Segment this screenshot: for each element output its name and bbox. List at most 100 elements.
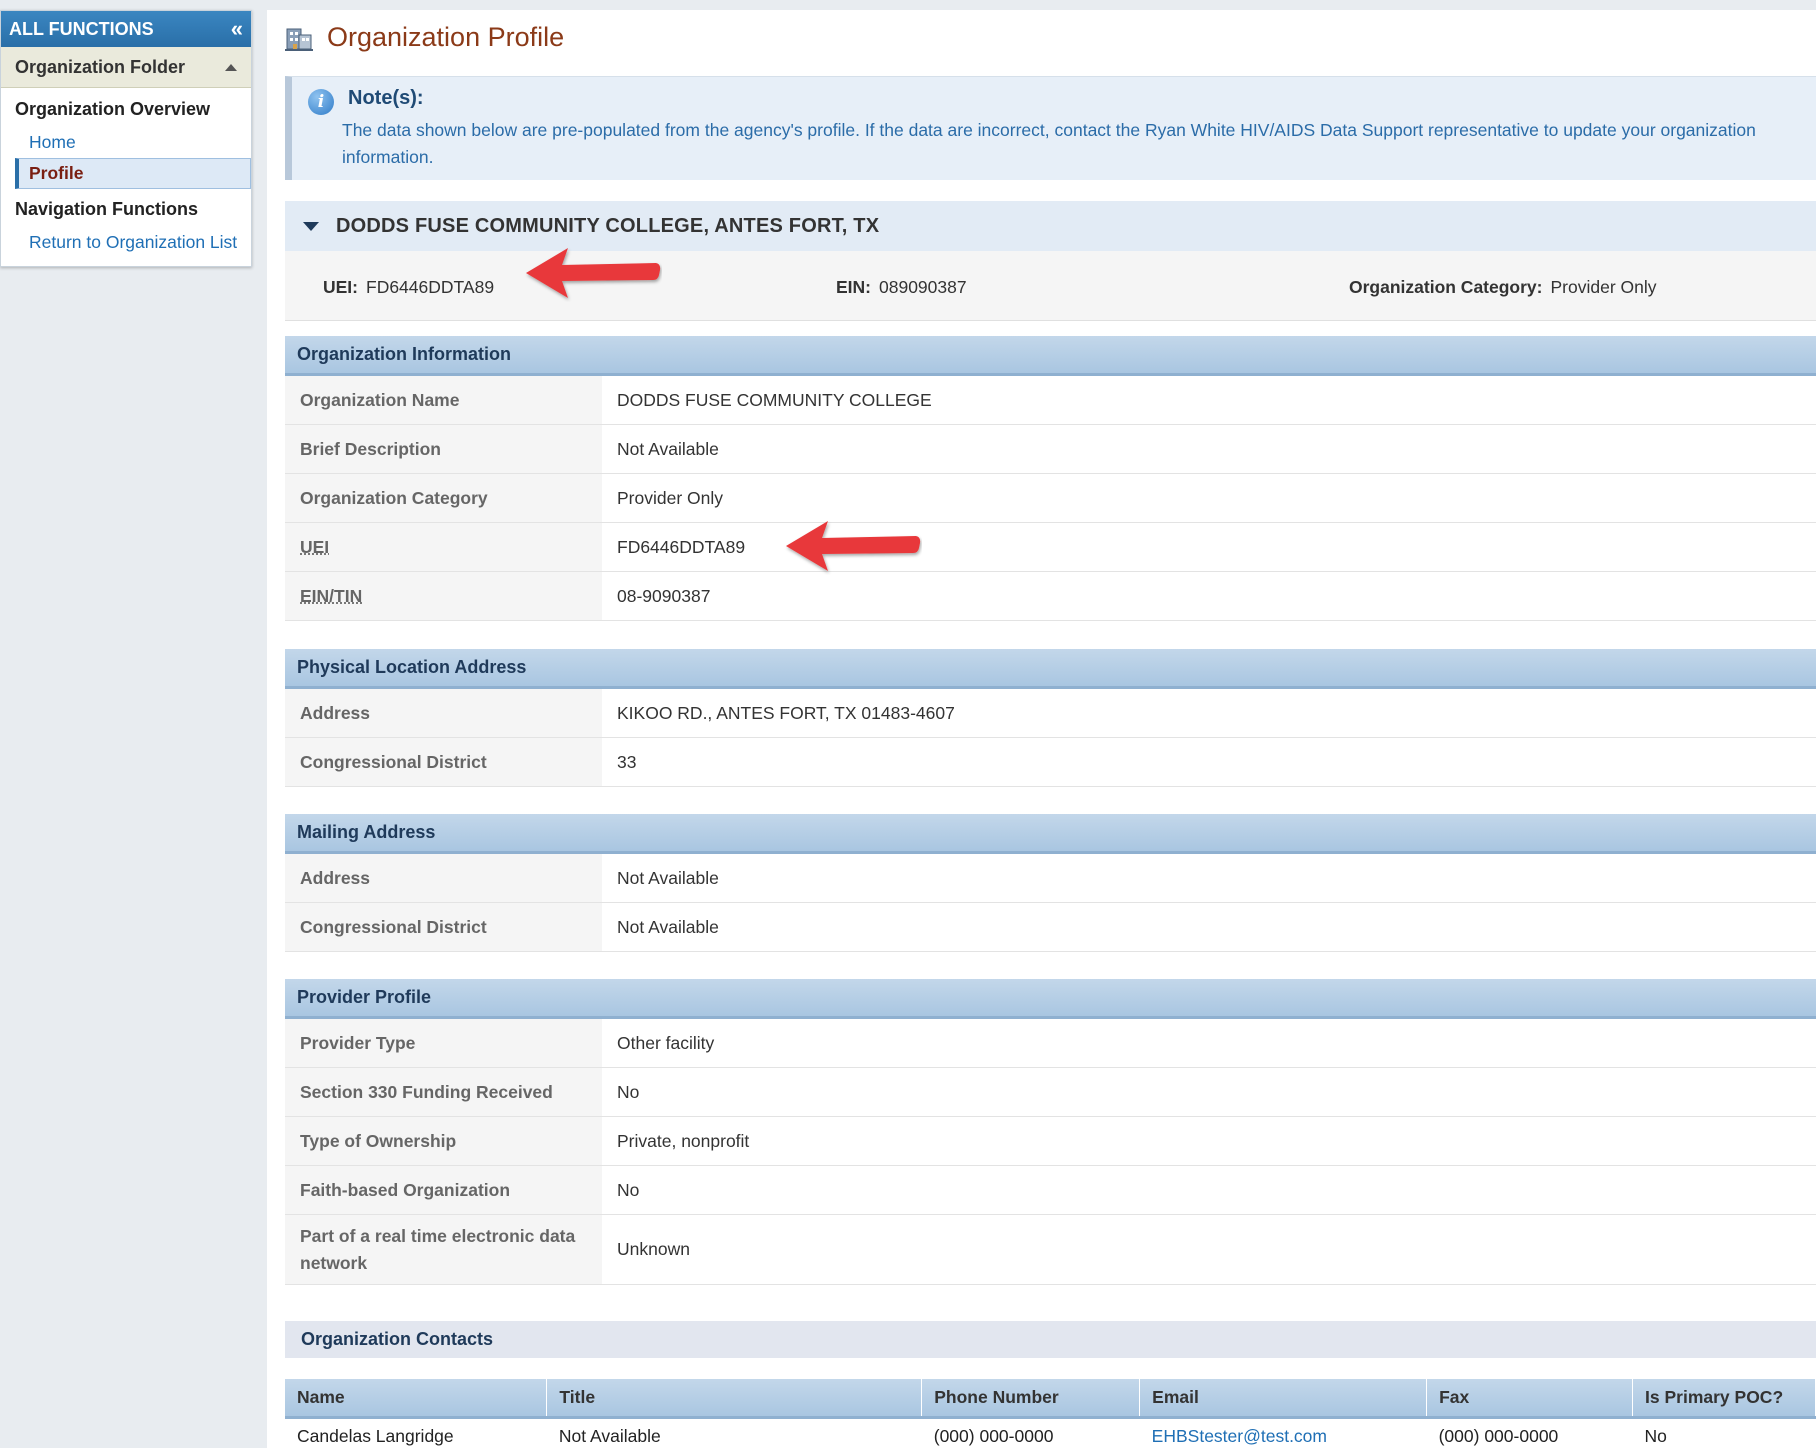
row-value: Not Available xyxy=(602,425,1816,473)
table-row: EIN/TIN 08-9090387 xyxy=(285,572,1816,621)
contact-title: Not Available xyxy=(546,1417,922,1448)
section-mailing-address: Mailing Address Address Not Available Con… xyxy=(285,814,1816,952)
column-header-email[interactable]: Email xyxy=(1139,1379,1428,1419)
page-title: Organization Profile xyxy=(327,22,565,52)
sidebar-header: ALL FUNCTIONS « xyxy=(1,11,251,47)
org-summary: UEI: FD6446DDTA89 EIN: 089090387 Organizat… xyxy=(285,251,1816,321)
column-header-phone[interactable]: Phone Number xyxy=(921,1379,1141,1419)
summary-ein-label: EIN: xyxy=(836,277,871,297)
summary-ein-value: 089090387 xyxy=(879,277,967,297)
row-label: Section 330 Funding Received xyxy=(285,1068,602,1116)
section-header: Provider Profile xyxy=(285,979,1816,1019)
summary-ein: EIN: 089090387 xyxy=(836,277,967,298)
row-label: Faith-based Organization xyxy=(285,1166,602,1214)
table-row: Address KIKOO RD., ANTES FORT, TX 01483-4… xyxy=(285,689,1816,738)
column-header-fax[interactable]: Fax xyxy=(1426,1379,1634,1419)
table-row: UEI FD6446DDTA89 xyxy=(285,523,1816,572)
row-value: Not Available xyxy=(602,903,1816,951)
caret-down-icon xyxy=(303,221,319,231)
row-value: No xyxy=(602,1068,1816,1116)
row-value: 33 xyxy=(602,738,1816,786)
sidebar-item-return-to-list[interactable]: Return to Organization List xyxy=(1,227,251,258)
section-provider-profile: Provider Profile Provider Type Other faci… xyxy=(285,979,1816,1285)
summary-uei: UEI: FD6446DDTA89 xyxy=(323,277,494,298)
note-title: Note(s): xyxy=(348,87,424,109)
table-row: Congressional District 33 xyxy=(285,738,1816,787)
table-row: Provider Type Other facility xyxy=(285,1019,1816,1068)
row-value: Private, nonprofit xyxy=(602,1117,1816,1165)
annotation-arrow-left-icon xyxy=(786,521,921,571)
sidebar: ALL FUNCTIONS « Organization Folder Orga… xyxy=(0,10,252,267)
table-row: Section 330 Funding Received No xyxy=(285,1068,1816,1117)
row-value: Other facility xyxy=(602,1019,1816,1067)
main-content: Organization Profile i Note(s): The data… xyxy=(267,10,1816,1448)
summary-uei-value: FD6446DDTA89 xyxy=(366,277,495,297)
row-label: Brief Description xyxy=(285,425,602,473)
row-value: Not Available xyxy=(602,854,1816,902)
row-label: EIN/TIN xyxy=(300,585,363,606)
table-row: Faith-based Organization No xyxy=(285,1166,1816,1215)
row-label-wrap: EIN/TIN xyxy=(285,572,602,620)
sidebar-section-title: Organization Overview xyxy=(15,98,211,119)
table-row: Brief Description Not Available xyxy=(285,425,1816,474)
contacts-table: Name Title Phone Number Email Fax Is Pri… xyxy=(285,1379,1816,1448)
row-label: Address xyxy=(285,689,602,737)
row-label: Address xyxy=(285,854,602,902)
table-row: Organization Name DODDS FUSE COMMUNITY CO… xyxy=(285,376,1816,425)
note-box: i Note(s): The data shown below are pre-… xyxy=(285,76,1816,180)
column-header-name[interactable]: Name xyxy=(285,1379,548,1419)
row-value: Unknown xyxy=(602,1215,1816,1284)
section-header: Mailing Address xyxy=(285,814,1816,854)
row-label: Type of Ownership xyxy=(285,1117,602,1165)
row-label-wrap: UEI xyxy=(285,523,602,571)
summary-category-value: Provider Only xyxy=(1550,277,1657,297)
contact-phone: (000) 000-0000 xyxy=(921,1417,1140,1448)
table-row: Address Not Available xyxy=(285,854,1816,903)
sidebar-section-title: Navigation Functions xyxy=(15,198,199,219)
row-label: Organization Category xyxy=(285,474,602,522)
table-row: Part of a real time electronic data netw… xyxy=(285,1215,1816,1285)
row-value: Provider Only xyxy=(602,474,1816,522)
info-icon: i xyxy=(308,89,334,115)
org-header-name: DODDS FUSE COMMUNITY COLLEGE, ANTES FORT… xyxy=(336,214,880,237)
note-text: The data shown below are pre-populated f… xyxy=(342,120,1756,167)
row-label: UEI xyxy=(300,536,330,557)
folder-label: Organization Folder xyxy=(15,56,186,77)
org-header-toggle[interactable]: DODDS FUSE COMMUNITY COLLEGE, ANTES FORT… xyxy=(285,201,1816,251)
summary-category-label: Organization Category: xyxy=(1349,277,1543,297)
row-value: 08-9090387 xyxy=(602,572,1816,620)
summary-uei-label: UEI: xyxy=(323,277,358,297)
contact-fax: (000) 000-0000 xyxy=(1426,1417,1633,1448)
row-label: Part of a real time electronic data netw… xyxy=(285,1215,602,1284)
row-label: Provider Type xyxy=(285,1019,602,1067)
summary-category: Organization Category: Provider Only xyxy=(1349,277,1657,298)
contact-email-link[interactable]: EHBStester@test.com xyxy=(1152,1426,1327,1446)
table-row: Congressional District Not Available xyxy=(285,903,1816,952)
row-label: Congressional District xyxy=(285,738,602,786)
table-row: Organization Category Provider Only xyxy=(285,474,1816,523)
column-header-primary-poc[interactable]: Is Primary POC? xyxy=(1632,1379,1816,1419)
row-value: KIKOO RD., ANTES FORT, TX 01483-4607 xyxy=(602,689,1816,737)
sidebar-item-profile[interactable]: Profile xyxy=(15,158,251,189)
column-header-title[interactable]: Title xyxy=(546,1379,923,1419)
triangle-up-icon xyxy=(225,63,237,71)
row-value: No xyxy=(602,1166,1816,1214)
section-header: Organization Information xyxy=(285,336,1816,376)
section-organization-information: Organization Information Organization Na… xyxy=(285,336,1816,621)
contact-name: Candelas Langridge xyxy=(285,1417,547,1448)
page-title-row: Organization Profile xyxy=(285,22,564,53)
contact-email-cell: EHBStester@test.com xyxy=(1139,1417,1427,1448)
table-row: Type of Ownership Private, nonprofit xyxy=(285,1117,1816,1166)
row-label: Organization Name xyxy=(285,376,602,424)
section-header: Physical Location Address xyxy=(285,649,1816,689)
contact-primary-poc: No xyxy=(1632,1417,1816,1448)
table-row: Candelas Langridge Not Available (000) 0… xyxy=(285,1417,1816,1448)
double-chevron-left-icon[interactable]: « xyxy=(231,18,243,40)
contacts-header-row: Name Title Phone Number Email Fax Is Pri… xyxy=(285,1379,1816,1419)
contacts-section-header: Organization Contacts xyxy=(285,1321,1816,1358)
building-icon xyxy=(285,28,313,51)
annotation-arrow-left-icon xyxy=(526,248,661,298)
sidebar-item-home[interactable]: Home xyxy=(1,127,251,158)
organization-folder-toggle[interactable]: Organization Folder xyxy=(1,47,251,88)
row-value: DODDS FUSE COMMUNITY COLLEGE xyxy=(602,376,1816,424)
